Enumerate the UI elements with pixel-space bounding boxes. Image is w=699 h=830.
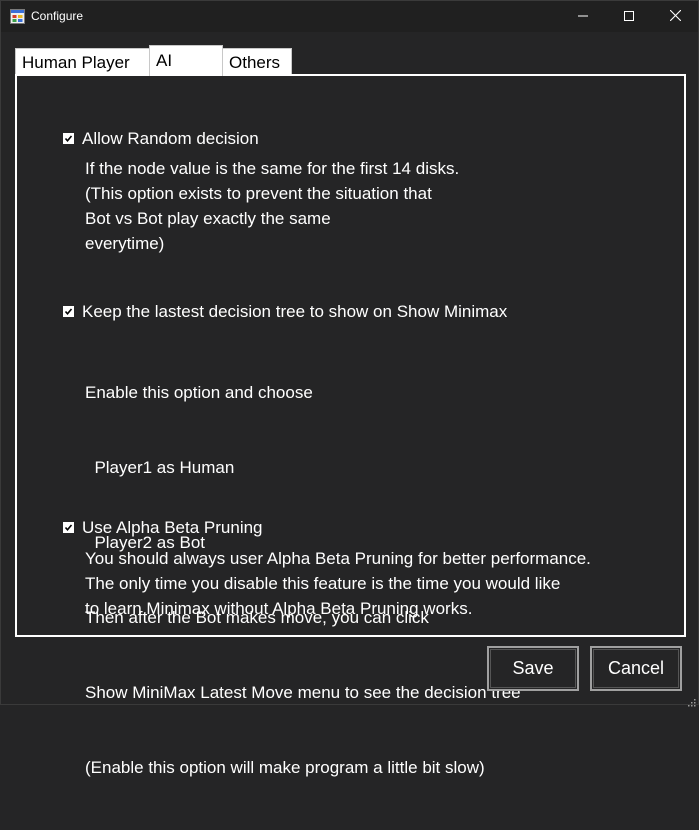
description-line: You should always user Alpha Beta Prunin… xyxy=(85,549,591,568)
resize-grip-icon[interactable] xyxy=(686,692,696,707)
description-line: If the node value is the same for the fi… xyxy=(85,159,460,178)
cancel-button[interactable]: Cancel xyxy=(590,646,682,691)
allow-random-description: If the node value is the same for the fi… xyxy=(85,156,459,256)
configure-window: Configure Human Player AI Others Allow R… xyxy=(0,0,699,777)
description-line: Player1 as Human xyxy=(85,458,235,477)
description-line: (This option exists to prevent the situa… xyxy=(85,184,432,203)
button-focus-border xyxy=(490,649,576,688)
alpha-beta-checkbox[interactable] xyxy=(63,522,74,533)
description-line: everytime) xyxy=(85,234,165,253)
check-icon xyxy=(64,308,73,316)
keep-decision-tree-checkbox[interactable] xyxy=(63,306,74,317)
allow-random-checkbox[interactable] xyxy=(63,133,74,144)
close-icon xyxy=(669,9,681,25)
close-button[interactable] xyxy=(652,1,698,32)
tab-ai[interactable]: AI xyxy=(149,45,223,76)
save-button[interactable]: Save xyxy=(487,646,579,691)
maximize-button[interactable] xyxy=(606,1,652,32)
tab-human-player[interactable]: Human Player xyxy=(15,48,150,75)
description-line: (Enable this option will make program a … xyxy=(85,758,485,777)
check-icon xyxy=(64,524,73,532)
alpha-beta-description: You should always user Alpha Beta Prunin… xyxy=(85,546,591,621)
minimize-button[interactable] xyxy=(560,1,606,32)
description-line: to learn Minimax without Alpha Beta Prun… xyxy=(85,599,473,618)
description-line: The only time you disable this feature i… xyxy=(85,574,561,593)
check-icon xyxy=(64,135,73,143)
maximize-icon xyxy=(624,9,634,25)
description-line: Enable this option and choose xyxy=(85,383,313,402)
minimize-icon xyxy=(578,9,588,25)
tab-panel-ai: Allow Random decision If the node value … xyxy=(15,74,686,777)
panel-content: Allow Random decision If the node value … xyxy=(17,76,684,777)
window-title: Configure xyxy=(31,9,84,23)
alpha-beta-label[interactable]: Use Alpha Beta Pruning xyxy=(82,518,263,538)
title-bar[interactable]: Configure xyxy=(1,1,698,32)
keep-decision-tree-label[interactable]: Keep the lastest decision tree to show o… xyxy=(82,302,507,322)
button-focus-border xyxy=(593,649,679,688)
tab-others[interactable]: Others xyxy=(222,48,292,75)
app-window-icon xyxy=(10,9,25,24)
allow-random-label[interactable]: Allow Random decision xyxy=(82,129,259,149)
description-line: Bot vs Bot play exactly the same xyxy=(85,209,331,228)
description-line: Show MiniMax Latest Move menu to see the… xyxy=(85,683,521,702)
